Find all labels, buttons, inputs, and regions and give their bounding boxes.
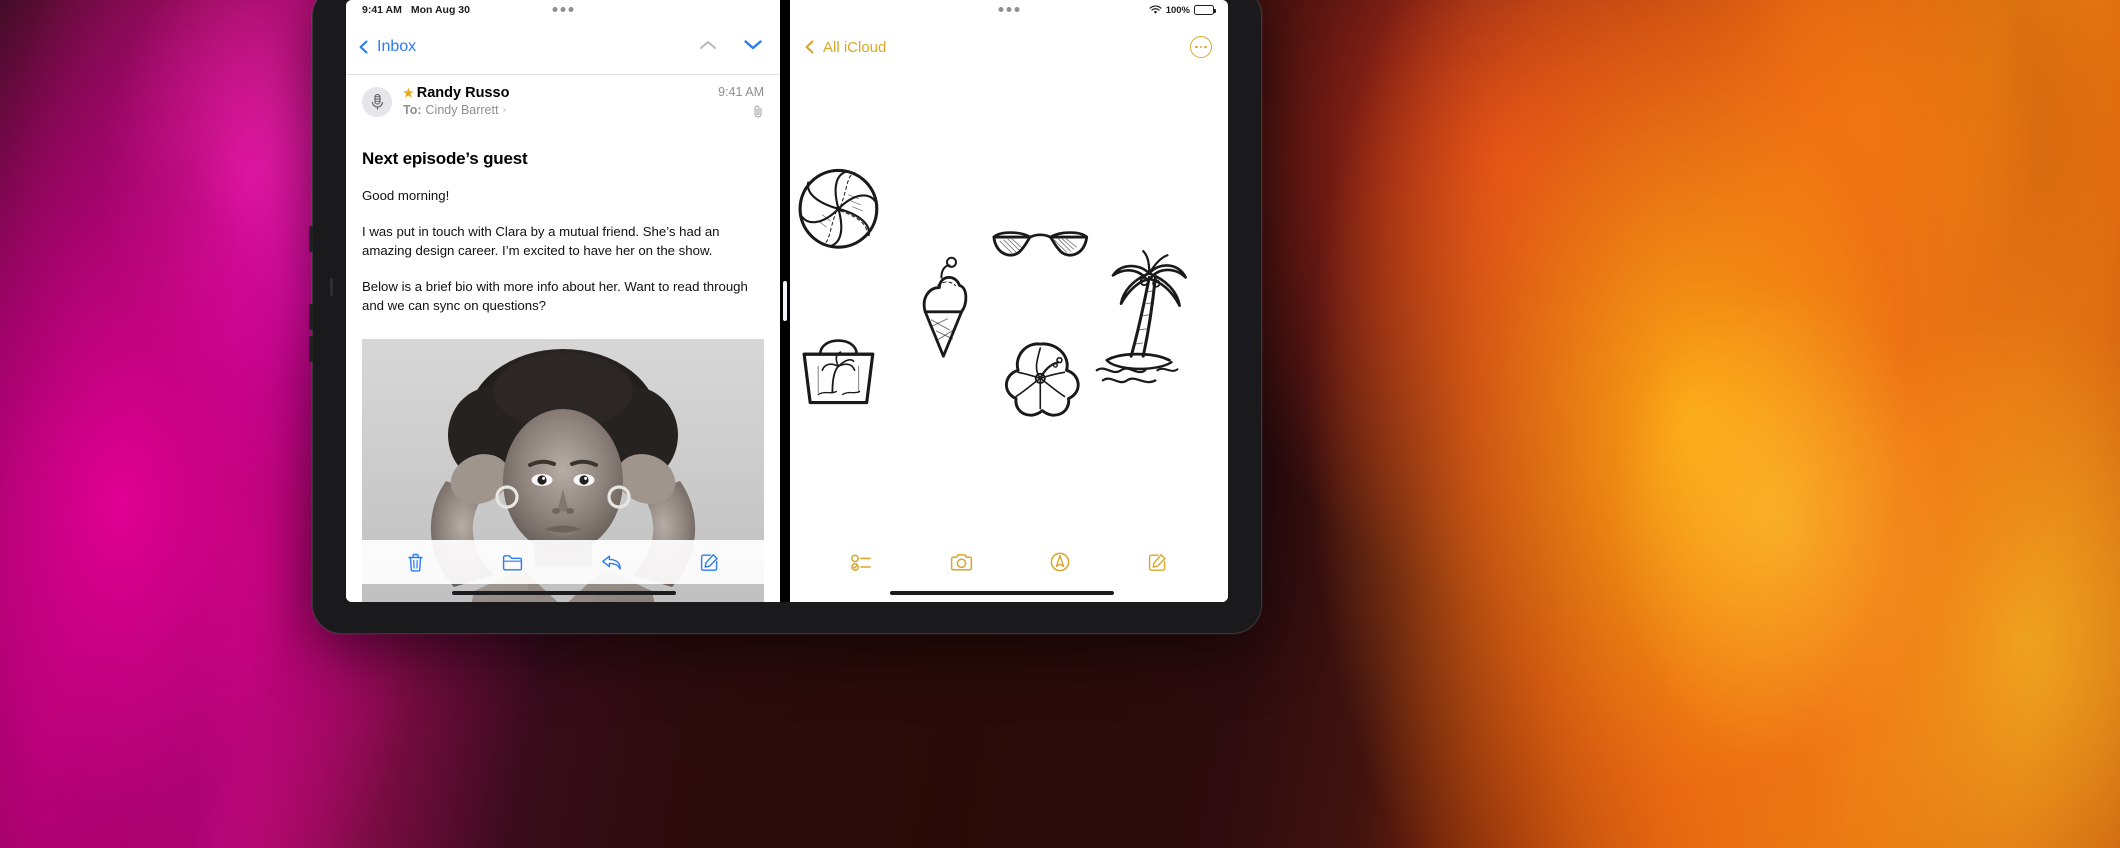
mail-back-label: Inbox <box>377 38 417 55</box>
move-button[interactable] <box>502 554 523 571</box>
ipad-screen: 9:41 AM Mon Aug 30 100% Inbox ★ Randy Ru… <box>346 0 1228 602</box>
beach-ball-sketch <box>798 168 879 249</box>
ice-cream-cone-sketch <box>922 256 968 358</box>
markup-pen-circle-icon <box>1051 552 1070 572</box>
camera-icon <box>950 554 972 571</box>
paperclip-icon <box>753 105 764 123</box>
markup-button[interactable] <box>1050 552 1070 572</box>
apple-pencil-magnetic-strip <box>330 278 333 296</box>
volume-up-button[interactable] <box>309 226 313 252</box>
ipad-device: 9:41 AM Mon Aug 30 100% Inbox ★ Randy Ru… <box>309 0 1262 634</box>
notes-app-pane: All iCloud <box>790 0 1228 602</box>
mail-app-pane: Inbox ★ Randy Russo To: Cindy Barrett › … <box>346 0 780 602</box>
mail-sender-name: Randy Russo <box>416 85 510 101</box>
delete-button[interactable] <box>407 553 424 572</box>
chevron-up-icon <box>700 40 716 49</box>
next-message-button[interactable] <box>742 37 764 57</box>
mail-back-to-inbox-button[interactable]: Inbox <box>356 38 416 56</box>
mail-toolbar <box>346 540 780 584</box>
mail-subject: Next episode’s guest <box>362 149 528 168</box>
mail-message-body: Next episode’s guest Good morning! I was… <box>346 135 780 602</box>
compose-icon <box>700 553 718 571</box>
chevron-down-icon <box>744 40 762 50</box>
mail-message-time: 9:41 AM <box>718 85 764 99</box>
multitask-grabber-icon[interactable] <box>995 4 1024 15</box>
power-button[interactable] <box>309 336 313 362</box>
beach-bag-sketch <box>802 339 875 405</box>
notes-nav-bar: All iCloud <box>790 20 1228 74</box>
sunglasses-sketch <box>992 231 1089 257</box>
mail-nav-actions <box>698 37 764 57</box>
mail-paragraph: Good morning! <box>362 188 450 203</box>
home-indicator-mail[interactable] <box>452 591 676 595</box>
notes-back-to-all-icloud-button[interactable]: All iCloud <box>802 39 886 56</box>
home-indicator-notes[interactable] <box>890 591 1114 595</box>
split-view-handle[interactable] <box>783 281 787 321</box>
mail-to-label: To: <box>403 103 422 117</box>
mail-message-header: ★ Randy Russo To: Cindy Barrett › 9:41 A… <box>346 74 780 135</box>
notes-toolbar <box>790 540 1228 584</box>
new-note-button[interactable] <box>1148 553 1167 572</box>
reply-arrow-icon <box>602 555 621 570</box>
folder-icon <box>502 554 523 570</box>
volume-down-button[interactable] <box>309 304 313 330</box>
mail-paragraph: Below is a brief bio with more info abou… <box>362 279 748 313</box>
notes-sketch-canvas[interactable] <box>790 74 1228 602</box>
checklist-icon <box>850 553 871 571</box>
chevron-left-icon <box>805 40 814 54</box>
prev-message-button[interactable] <box>698 38 718 57</box>
multitask-grabber-icon[interactable] <box>549 4 578 15</box>
split-view-divider[interactable] <box>780 0 790 602</box>
camera-button[interactable] <box>950 553 973 571</box>
mail-to-line[interactable]: To: Cindy Barrett › <box>403 103 707 117</box>
trash-icon <box>408 553 423 572</box>
microphone-avatar-icon <box>362 87 392 117</box>
mail-paragraph: I was put in touch with Clara by a mutua… <box>362 224 720 258</box>
compose-button[interactable] <box>700 553 719 572</box>
compose-icon <box>1149 553 1166 571</box>
hibiscus-flower-sketch <box>1005 342 1080 417</box>
mail-nav-bar: Inbox <box>346 20 780 74</box>
chevron-left-icon <box>359 40 368 54</box>
reply-button[interactable] <box>601 554 622 571</box>
mail-message-meta: 9:41 AM <box>718 85 764 123</box>
mail-to-recipient: Cindy Barrett <box>425 103 499 117</box>
mail-sender-line: ★ Randy Russo <box>403 85 707 101</box>
chevron-right-icon: › <box>502 104 507 116</box>
notes-back-label: All iCloud <box>823 38 887 56</box>
checklist-button[interactable] <box>850 553 872 571</box>
more-circle-icon[interactable] <box>1190 36 1212 58</box>
star-icon: ★ <box>403 86 414 100</box>
mail-sender-block: ★ Randy Russo To: Cindy Barrett › <box>403 85 707 117</box>
palm-tree-sketch <box>1095 250 1187 384</box>
